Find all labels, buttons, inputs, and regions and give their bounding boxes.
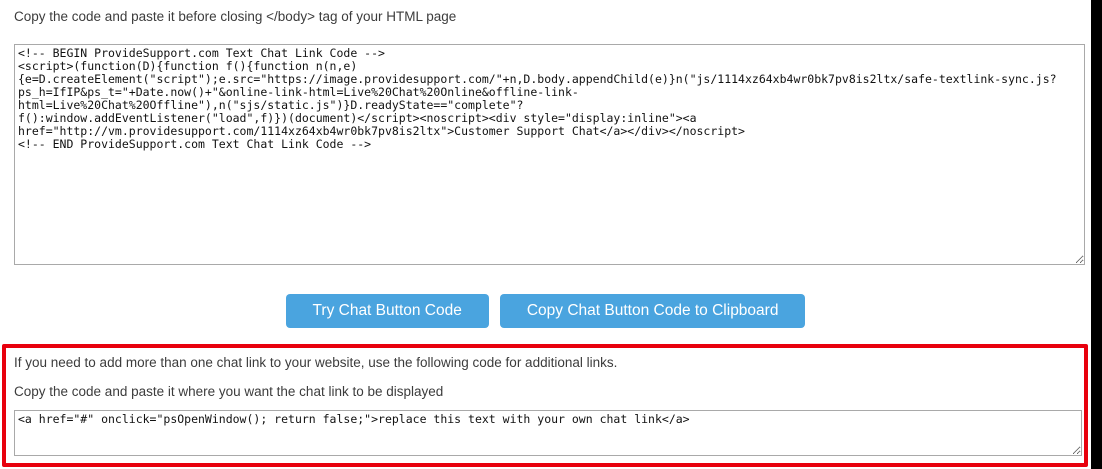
copy-chat-button-code-to-clipboard-button[interactable]: Copy Chat Button Code to Clipboard (500, 294, 806, 328)
additional-chat-link-code-textarea[interactable]: <a href="#" onclick="psOpenWindow(); ret… (14, 410, 1082, 456)
additional-links-info: If you need to add more than one chat li… (14, 355, 1076, 370)
chat-link-code-page: Copy the code and paste it before closin… (0, 0, 1102, 469)
instruction-top: Copy the code and paste it before closin… (14, 9, 456, 24)
chat-link-code-textarea[interactable]: <!-- BEGIN ProvideSupport.com Text Chat … (14, 44, 1085, 265)
try-chat-button-code-button[interactable]: Try Chat Button Code (286, 294, 489, 328)
button-row: Try Chat Button Code Copy Chat Button Co… (0, 294, 1091, 328)
additional-links-section: If you need to add more than one chat li… (2, 344, 1088, 467)
additional-links-instruction: Copy the code and paste it where you wan… (14, 384, 1076, 399)
window-edge-strip (1091, 0, 1102, 469)
